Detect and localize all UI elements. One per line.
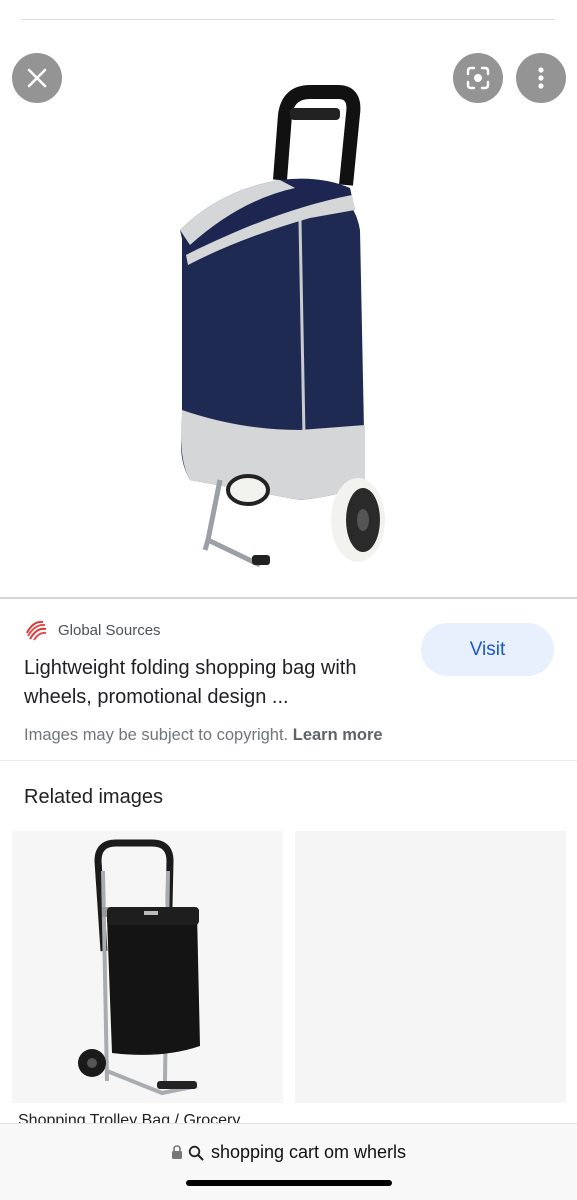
close-button[interactable] (12, 53, 62, 103)
lens-icon (466, 66, 490, 90)
copyright-text: Images may be subject to copyright. (24, 726, 289, 744)
visit-button[interactable]: Visit (421, 623, 554, 676)
url-row[interactable]: shopping cart om wherls (0, 1142, 577, 1163)
more-vert-icon (538, 67, 544, 89)
address-bar-text[interactable]: shopping cart om wherls (211, 1142, 406, 1163)
copyright-notice: Images may be subject to copyright. Lear… (24, 726, 383, 745)
related-images-heading: Related images (24, 786, 163, 808)
result-title-link[interactable]: Lightweight folding shopping bag with wh… (24, 654, 404, 712)
browser-address-bar[interactable]: shopping cart om wherls (0, 1123, 577, 1200)
related-image-trolley-bag (78, 839, 200, 1096)
image-viewer[interactable] (0, 20, 577, 598)
lens-button[interactable] (453, 53, 503, 103)
global-sources-logo (26, 620, 47, 641)
main-image-shopping-trolley-bag (180, 85, 385, 568)
viewer-divider (0, 597, 577, 599)
source-link[interactable]: Global Sources (24, 618, 161, 642)
more-options-button[interactable] (516, 53, 566, 103)
lock-icon (171, 1145, 182, 1159)
section-divider (0, 760, 577, 761)
source-name: Global Sources (58, 621, 161, 639)
close-icon (27, 68, 47, 88)
related-image-thumbnail-placeholder[interactable] (295, 831, 566, 1103)
learn-more-link[interactable]: Learn more (293, 726, 383, 744)
related-image-thumbnail[interactable] (12, 831, 283, 1103)
search-icon (188, 1145, 204, 1160)
home-indicator[interactable] (186, 1180, 392, 1186)
